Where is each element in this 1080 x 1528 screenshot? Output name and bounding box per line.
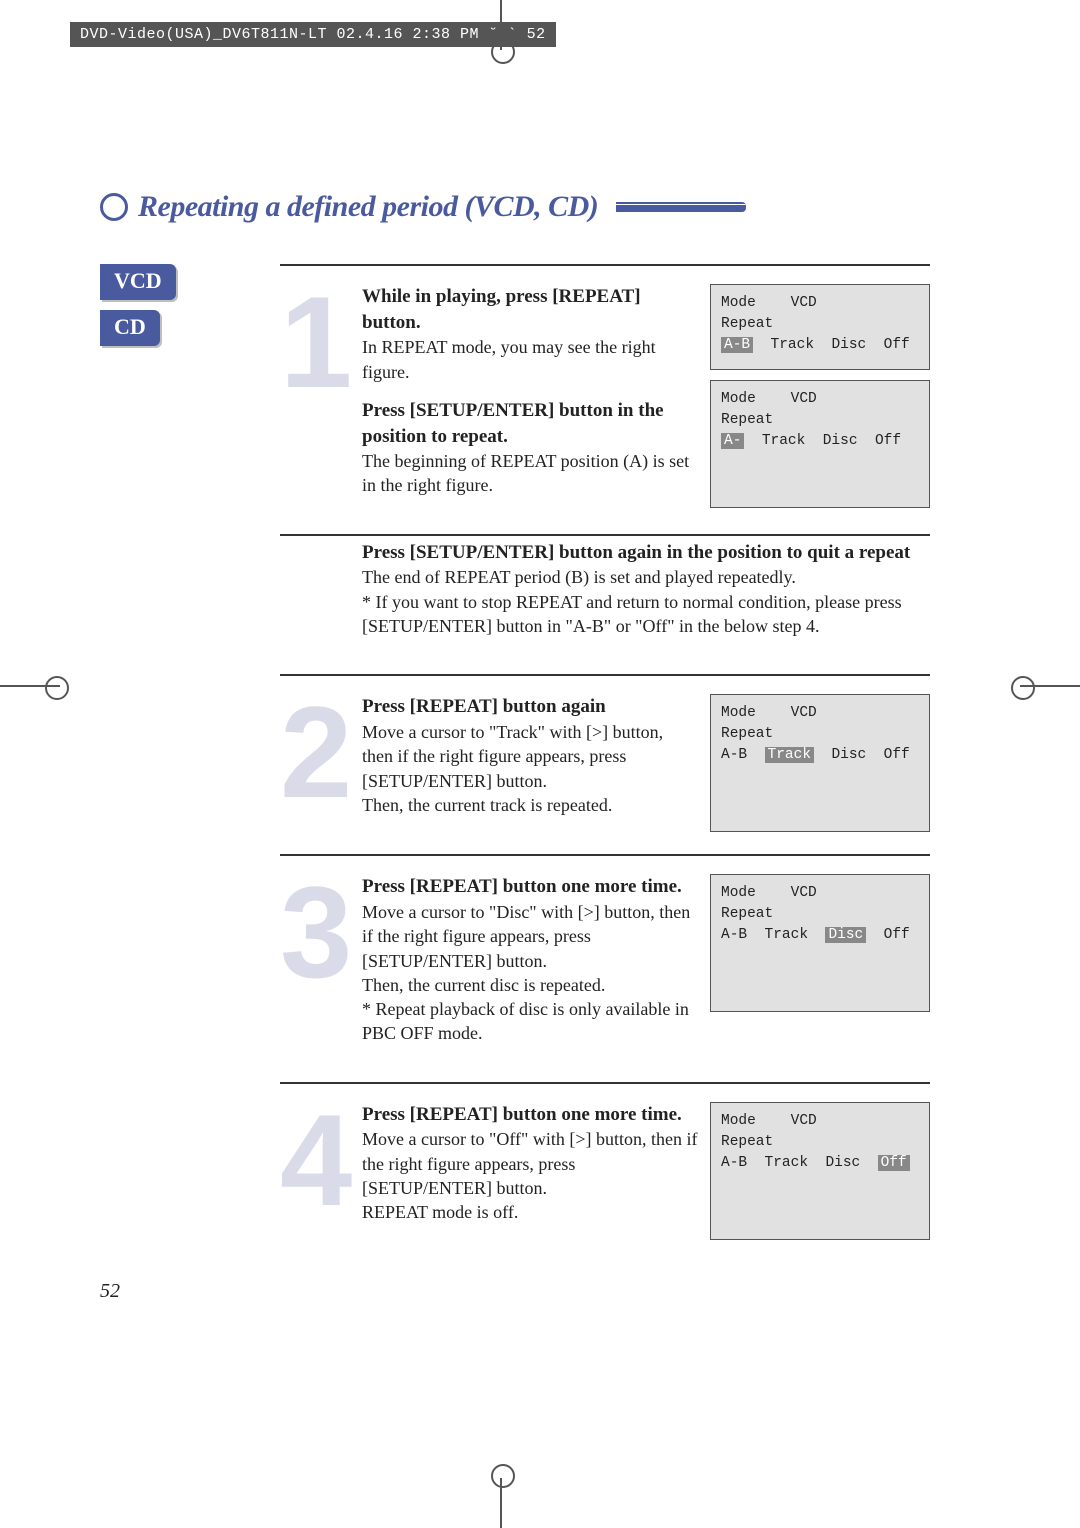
osd-mode-label: Mode (721, 295, 756, 311)
ring-icon (100, 193, 128, 221)
osd-mode-label: Mode (721, 705, 756, 721)
step3-b2: Then, the current disc is repeated. (362, 975, 605, 995)
step4-figure: Mode VCD Repeat A-B Track Disc Off (710, 1102, 930, 1240)
step1-h3: Press [SETUP/ENTER] button again in the … (362, 542, 910, 563)
page-content: Repeating a defined period (VCD, CD) VCD… (100, 190, 930, 1262)
step-3: 3 Press [REPEAT] button one more time. M… (280, 856, 930, 1083)
osd-opt-disc: Disc (825, 927, 866, 943)
osd-opt-off: Off (878, 1155, 910, 1171)
osd-box-4: Mode VCD Repeat A-B Track Disc Off (710, 1102, 930, 1240)
step-number: 2 (280, 700, 350, 832)
osd-mode-val: VCD (791, 391, 817, 407)
osd-opt-a: A- (721, 433, 744, 449)
step-2: 2 Press [REPEAT] button again Move a cur… (280, 676, 930, 856)
step1-b2: The beginning of REPEAT position (A) is … (362, 451, 689, 495)
osd-repeat-label: Repeat (721, 314, 919, 335)
crop-mark-left (0, 685, 60, 687)
step4-b: Move a cursor to "Off" with [>] button, … (362, 1129, 697, 1198)
osd-mode-val: VCD (791, 885, 817, 901)
osd-box-2: Mode VCD Repeat A-B Track Disc Off (710, 694, 930, 832)
title-rule (616, 202, 746, 212)
title-row: Repeating a defined period (VCD, CD) (100, 190, 930, 224)
step3-note: * Repeat playback of disc is only availa… (362, 999, 689, 1043)
osd-mode-label: Mode (721, 1113, 756, 1129)
step3-figure: Mode VCD Repeat A-B Track Disc Off (710, 874, 930, 1059)
osd-opt-track: Track (765, 747, 815, 763)
osd-box-1a: Mode VCD Repeat A-B Track Disc Off (710, 284, 930, 370)
osd-opt-track: Track (765, 1155, 809, 1171)
step1-b3: The end of REPEAT period (B) is set and … (362, 567, 796, 587)
step-4: 4 Press [REPEAT] button one more time. M… (280, 1084, 930, 1262)
page-number: 52 (100, 1280, 120, 1303)
osd-repeat-label: Repeat (721, 1132, 919, 1153)
osd-mode-label: Mode (721, 885, 756, 901)
step1b-text: Press [SETUP/ENTER] button again in the … (362, 540, 930, 653)
osd-opt-off: Off (884, 927, 910, 943)
step3-b: Move a cursor to "Disc" with [>] button,… (362, 902, 690, 971)
osd-opt-track: Track (771, 337, 815, 353)
print-header-strip: DVD-Video(USA)_DV6T811N-LT 02.4.16 2:38 … (70, 22, 556, 47)
step-number: 1 (280, 290, 350, 512)
osd-opt-off: Off (884, 747, 910, 763)
step4-h: Press [REPEAT] button one more time. (362, 1104, 682, 1125)
step-1b: Press [SETUP/ENTER] button again in the … (280, 536, 930, 677)
osd-box-1b: Mode VCD Repeat A- Track Disc Off (710, 380, 930, 508)
step2-figure: Mode VCD Repeat A-B Track Disc Off (710, 694, 930, 832)
step2-b2: Then, the current track is repeated. (362, 795, 612, 815)
osd-opt-ab: A-B (721, 337, 753, 353)
osd-repeat-label: Repeat (721, 410, 919, 431)
step-number: 3 (280, 880, 350, 1059)
osd-opt-track: Track (762, 433, 806, 449)
step1-note: * If you want to stop REPEAT and return … (362, 592, 902, 636)
format-badges: VCD CD (100, 264, 280, 1262)
osd-mode-val: VCD (791, 705, 817, 721)
step1-b1: In REPEAT mode, you may see the right fi… (362, 337, 656, 381)
osd-mode-val: VCD (791, 295, 817, 311)
step2-h: Press [REPEAT] button again (362, 696, 606, 717)
spacer (280, 540, 350, 653)
osd-opt-disc: Disc (825, 1155, 860, 1171)
crop-mark-bottom (500, 1478, 502, 1528)
osd-opt-ab: A-B (721, 927, 747, 943)
step2-b: Move a cursor to "Track" with [>] button… (362, 722, 663, 791)
badge-vcd: VCD (100, 264, 176, 300)
steps-column: 1 While in playing, press [REPEAT] butto… (280, 264, 930, 1262)
content-grid: VCD CD 1 While in playing, press [REPEAT… (100, 264, 930, 1262)
step-text: While in playing, press [REPEAT] button.… (362, 284, 698, 512)
step-1: 1 While in playing, press [REPEAT] butto… (280, 266, 930, 536)
osd-box-3: Mode VCD Repeat A-B Track Disc Off (710, 874, 930, 1012)
osd-repeat-label: Repeat (721, 904, 919, 925)
osd-opt-disc: Disc (823, 433, 858, 449)
osd-opt-disc: Disc (831, 747, 866, 763)
badge-cd: CD (100, 310, 160, 346)
osd-opt-off: Off (875, 433, 901, 449)
step1-figures: Mode VCD Repeat A-B Track Disc Off Mode … (710, 284, 930, 512)
osd-opt-ab: A-B (721, 1155, 747, 1171)
step3-h: Press [REPEAT] button one more time. (362, 876, 682, 897)
osd-mode-label: Mode (721, 391, 756, 407)
page-title: Repeating a defined period (VCD, CD) (138, 190, 598, 224)
osd-opt-ab: A-B (721, 747, 747, 763)
osd-opt-off: Off (884, 337, 910, 353)
osd-opt-track: Track (765, 927, 809, 943)
step-text: Press [REPEAT] button one more time. Mov… (362, 1102, 698, 1240)
osd-opt-disc: Disc (831, 337, 866, 353)
step1-h2: Press [SETUP/ENTER] button in the positi… (362, 400, 664, 447)
step-text: Press [REPEAT] button again Move a curso… (362, 694, 698, 832)
osd-mode-val: VCD (791, 1113, 817, 1129)
step-number: 4 (280, 1108, 350, 1240)
step4-b2: REPEAT mode is off. (362, 1202, 518, 1222)
crop-mark-right (1020, 685, 1080, 687)
step-text: Press [REPEAT] button one more time. Mov… (362, 874, 698, 1059)
step1-h1: While in playing, press [REPEAT] button. (362, 286, 641, 333)
osd-repeat-label: Repeat (721, 724, 919, 745)
